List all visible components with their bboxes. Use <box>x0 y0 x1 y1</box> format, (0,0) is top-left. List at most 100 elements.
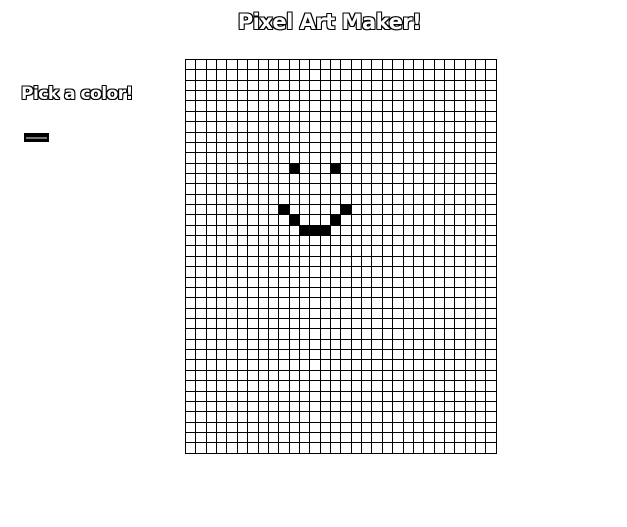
grid-cell[interactable] <box>278 204 290 216</box>
grid-cell[interactable] <box>309 286 321 299</box>
grid-cell[interactable] <box>475 442 487 454</box>
grid-cell[interactable] <box>288 90 300 102</box>
grid-cell[interactable] <box>381 100 394 112</box>
grid-cell[interactable] <box>433 369 446 382</box>
grid-cell[interactable] <box>288 131 300 143</box>
grid-cell[interactable] <box>485 172 497 185</box>
grid-cell[interactable] <box>216 359 228 371</box>
grid-cell[interactable] <box>371 121 383 133</box>
grid-cell[interactable] <box>257 400 269 413</box>
grid-cell[interactable] <box>298 121 311 133</box>
grid-cell[interactable] <box>236 442 249 454</box>
grid-cell[interactable] <box>216 100 228 112</box>
grid-cell[interactable] <box>205 131 218 143</box>
grid-cell[interactable] <box>247 276 259 288</box>
grid-cell[interactable] <box>257 152 269 164</box>
grid-cell[interactable] <box>475 276 487 288</box>
grid-cell[interactable] <box>216 328 228 340</box>
grid-cell[interactable] <box>340 224 352 237</box>
grid-cell[interactable] <box>350 121 363 133</box>
grid-cell[interactable] <box>184 121 197 133</box>
grid-cell[interactable] <box>236 110 249 123</box>
grid-cell[interactable] <box>392 266 404 278</box>
grid-cell[interactable] <box>464 224 477 237</box>
grid-cell[interactable] <box>443 297 456 309</box>
grid-cell[interactable] <box>361 369 373 382</box>
grid-cell[interactable] <box>216 121 228 133</box>
grid-cell[interactable] <box>216 131 228 143</box>
grid-cell[interactable] <box>205 79 218 92</box>
grid-cell[interactable] <box>226 172 238 185</box>
grid-cell[interactable] <box>236 369 249 382</box>
grid-cell[interactable] <box>247 328 259 340</box>
grid-cell[interactable] <box>278 338 290 351</box>
grid-cell[interactable] <box>309 235 321 247</box>
grid-cell[interactable] <box>236 69 249 81</box>
grid-cell[interactable] <box>288 349 300 361</box>
grid-cell[interactable] <box>340 245 352 257</box>
grid-cell[interactable] <box>433 235 446 247</box>
grid-cell[interactable] <box>205 380 218 392</box>
grid-cell[interactable] <box>257 328 269 340</box>
grid-cell[interactable] <box>226 359 238 371</box>
grid-cell[interactable] <box>236 162 249 174</box>
grid-cell[interactable] <box>226 245 238 257</box>
grid-cell[interactable] <box>184 152 197 164</box>
grid-cell[interactable] <box>330 58 342 71</box>
grid-cell[interactable] <box>278 442 290 454</box>
grid-cell[interactable] <box>340 328 352 340</box>
grid-cell[interactable] <box>423 390 435 402</box>
grid-cell[interactable] <box>475 183 487 195</box>
grid-cell[interactable] <box>443 421 456 433</box>
grid-cell[interactable] <box>443 79 456 92</box>
grid-cell[interactable] <box>361 276 373 288</box>
grid-cell[interactable] <box>454 266 466 278</box>
grid-cell[interactable] <box>298 110 311 123</box>
grid-cell[interactable] <box>247 193 259 206</box>
grid-cell[interactable] <box>216 204 228 216</box>
grid-cell[interactable] <box>371 400 383 413</box>
grid-cell[interactable] <box>226 380 238 392</box>
grid-cell[interactable] <box>195 58 207 71</box>
grid-cell[interactable] <box>475 369 487 382</box>
grid-cell[interactable] <box>340 380 352 392</box>
grid-cell[interactable] <box>288 369 300 382</box>
grid-cell[interactable] <box>350 400 363 413</box>
grid-cell[interactable] <box>226 183 238 195</box>
grid-cell[interactable] <box>340 79 352 92</box>
grid-cell[interactable] <box>226 411 238 423</box>
grid-cell[interactable] <box>350 328 363 340</box>
grid-cell[interactable] <box>330 431 342 444</box>
grid-cell[interactable] <box>381 204 394 216</box>
grid-cell[interactable] <box>309 380 321 392</box>
grid-cell[interactable] <box>267 224 280 237</box>
grid-cell[interactable] <box>267 359 280 371</box>
grid-cell[interactable] <box>361 317 373 330</box>
grid-cell[interactable] <box>402 411 414 423</box>
grid-cell[interactable] <box>226 421 238 433</box>
grid-cell[interactable] <box>412 442 425 454</box>
grid-cell[interactable] <box>371 266 383 278</box>
grid-cell[interactable] <box>257 442 269 454</box>
grid-cell[interactable] <box>340 69 352 81</box>
grid-cell[interactable] <box>412 110 425 123</box>
grid-cell[interactable] <box>298 317 311 330</box>
grid-cell[interactable] <box>195 349 207 361</box>
grid-cell[interactable] <box>278 90 290 102</box>
grid-cell[interactable] <box>205 328 218 340</box>
grid-cell[interactable] <box>454 204 466 216</box>
grid-cell[interactable] <box>330 152 342 164</box>
grid-cell[interactable] <box>330 214 342 226</box>
grid-cell[interactable] <box>443 110 456 123</box>
grid-cell[interactable] <box>423 276 435 288</box>
grid-cell[interactable] <box>361 431 373 444</box>
grid-cell[interactable] <box>319 152 332 164</box>
grid-cell[interactable] <box>475 141 487 154</box>
grid-cell[interactable] <box>412 58 425 71</box>
grid-cell[interactable] <box>454 172 466 185</box>
grid-cell[interactable] <box>443 442 456 454</box>
grid-cell[interactable] <box>195 69 207 81</box>
grid-cell[interactable] <box>485 328 497 340</box>
grid-cell[interactable] <box>433 162 446 174</box>
grid-cell[interactable] <box>443 328 456 340</box>
